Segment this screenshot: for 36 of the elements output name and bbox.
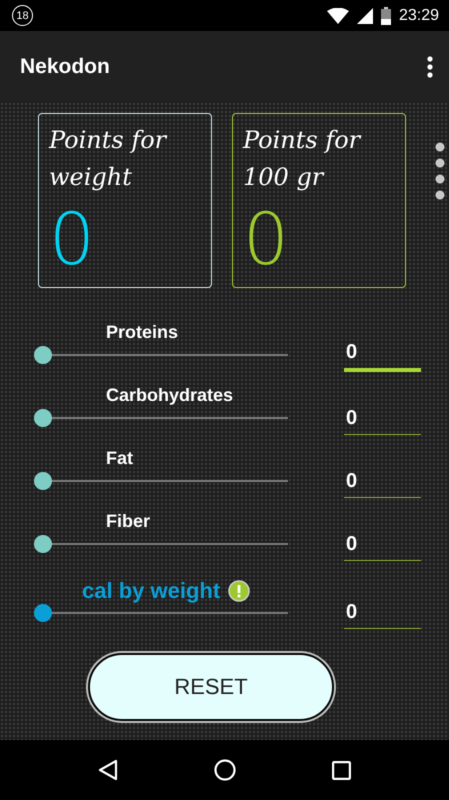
value-field[interactable]: 0 [344,338,421,372]
wifi-icon [326,8,349,24]
notification-badge: 18 [12,5,33,26]
slider-track[interactable] [34,604,288,622]
slider-track[interactable] [34,535,288,553]
slider-thumb[interactable] [34,604,52,622]
points-value: 0 [243,199,290,279]
points-value: 0 [49,199,96,279]
clock-time: 23:29 [398,6,439,24]
slider-thumb[interactable] [34,409,52,427]
value-field[interactable]: 0 [344,401,421,435]
nutrient-label: Proteins [106,322,178,342]
calories-label: cal by weight [82,578,220,604]
slider-thumb[interactable] [34,346,52,364]
value-field[interactable]: 0 [344,464,421,498]
slider-thumb[interactable] [34,535,52,553]
slider-thumb[interactable] [34,472,52,490]
app-title: Nekodon [20,54,110,78]
card-title: Points for 100 gr [243,125,362,193]
page-indicator-icon [435,142,445,200]
slider-track[interactable] [34,409,288,427]
nutrient-label: Fat [106,448,133,468]
value-field[interactable]: 0 [344,527,421,561]
info-badge-icon[interactable] [228,580,250,602]
slider-track[interactable] [34,346,288,364]
reset-button[interactable]: RESET [88,653,334,721]
value-field[interactable]: 0 [344,595,421,629]
recents-icon[interactable] [332,760,351,780]
signal-icon [356,8,373,24]
nutrient-label: Fiber [106,510,150,532]
home-icon[interactable] [214,759,236,781]
battery-icon [380,6,391,24]
slider-track[interactable] [34,472,288,490]
back-icon[interactable] [98,759,118,781]
nutrient-label: Carbohydrates [106,384,234,406]
card-title: Points for weight [49,125,168,193]
